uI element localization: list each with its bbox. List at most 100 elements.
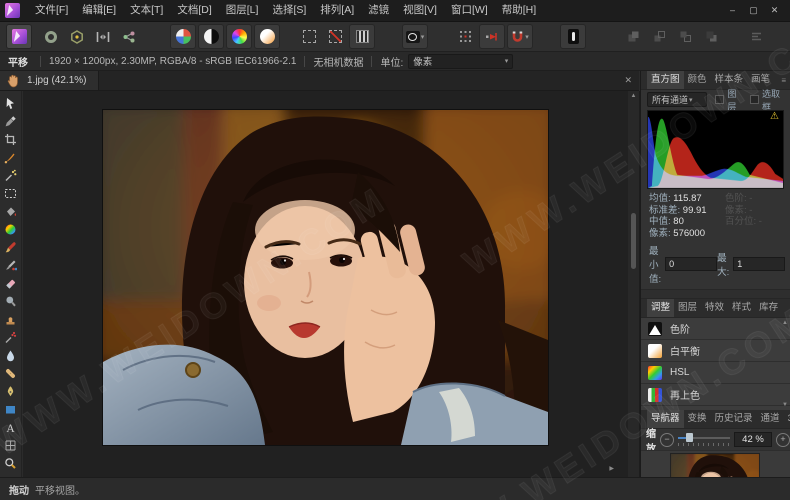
list-item-black-white[interactable]: 黑白 — [641, 406, 790, 410]
layer-checkbox[interactable] — [715, 95, 724, 104]
undo-brush-tool[interactable] — [2, 328, 20, 346]
photo-persona-button[interactable] — [6, 24, 32, 49]
move-forward-button[interactable] — [647, 25, 671, 48]
menu-filters[interactable]: 滤镜 — [361, 0, 396, 21]
selection-brush-tool[interactable] — [2, 148, 20, 166]
photo-image[interactable] — [103, 110, 548, 445]
panel-menu-icon[interactable]: ≡ — [781, 76, 790, 85]
menu-text[interactable]: 文本[T] — [123, 0, 170, 21]
close-button[interactable]: ✕ — [764, 0, 785, 21]
tab-color[interactable]: 颜色 — [684, 71, 711, 89]
auto-white-balance-button[interactable] — [254, 24, 280, 49]
shape-tool[interactable] — [2, 400, 20, 418]
mask-mode-button[interactable]: ▾ — [402, 24, 428, 49]
menu-select[interactable]: 选择[S] — [265, 0, 313, 21]
menu-help[interactable]: 帮助[H] — [495, 0, 543, 21]
auto-color-button[interactable] — [226, 24, 252, 49]
menu-layer[interactable]: 图层[L] — [219, 0, 266, 21]
color-picker-tool[interactable] — [2, 112, 20, 130]
color-replacement-brush-tool[interactable] — [2, 256, 20, 274]
zoom-out-button[interactable]: − — [660, 433, 674, 447]
menu-document[interactable]: 文档[D] — [170, 0, 218, 21]
erase-brush-tool[interactable] — [2, 274, 20, 292]
auto-contrast-button[interactable] — [198, 24, 224, 49]
scroll-down-icon[interactable]: ▼ — [782, 402, 788, 408]
list-item-levels[interactable]: 色阶 — [641, 318, 790, 340]
zoom-in-button[interactable]: + — [776, 433, 790, 447]
vertical-scrollbar[interactable]: ▲ — [628, 91, 640, 478]
tab-transform[interactable]: 变换 — [684, 410, 711, 428]
text-tool[interactable]: A — [2, 418, 20, 436]
quick-mask-button[interactable] — [349, 24, 375, 49]
max-input[interactable] — [733, 257, 785, 271]
gradient-tool[interactable] — [2, 220, 20, 238]
mesh-warp-tool[interactable] — [2, 436, 20, 454]
liquify-persona-button[interactable] — [39, 25, 63, 48]
min-input[interactable] — [665, 257, 717, 271]
maximize-button[interactable]: ▢ — [743, 0, 764, 21]
move-to-back-button[interactable] — [699, 25, 723, 48]
flood-fill-tool[interactable] — [2, 202, 20, 220]
unit-value: 像素 — [413, 54, 432, 68]
paint-brush-tool[interactable] — [2, 238, 20, 256]
develop-persona-button[interactable] — [65, 25, 89, 48]
snapping-button[interactable]: ▾ — [507, 24, 533, 49]
scrollbar-thumb[interactable] — [631, 213, 636, 269]
clone-stamp-tool[interactable] — [2, 310, 20, 328]
list-item-white-balance[interactable]: 白平衡 — [641, 340, 790, 362]
menu-window[interactable]: 窗口[W] — [444, 0, 495, 21]
zoom-slider-thumb[interactable] — [686, 433, 693, 442]
flood-select-tool[interactable] — [2, 166, 20, 184]
clipping-warning-icon[interactable]: ⚠ — [770, 112, 779, 122]
move-to-front-button[interactable] — [621, 25, 645, 48]
unit-select[interactable]: 像素 ▾ — [408, 54, 513, 69]
tab-32bit-preview[interactable]: 32 位预览 — [784, 410, 790, 428]
mean-label: 均值: — [649, 193, 671, 204]
menu-view[interactable]: 视图[V] — [396, 0, 444, 21]
blemish-removal-tool[interactable] — [2, 364, 20, 382]
blur-brush-tool[interactable] — [2, 346, 20, 364]
export-persona-button[interactable] — [117, 25, 141, 48]
minimize-button[interactable]: – — [722, 0, 743, 21]
channel-select[interactable]: 所有通道 ▾ — [647, 92, 707, 107]
move-by-whole-pixels-button[interactable] — [479, 24, 505, 49]
list-item-recolor[interactable]: 再上色 — [641, 384, 790, 406]
tab-history[interactable]: 历史记录 — [711, 410, 757, 428]
scroll-up-icon[interactable]: ▲ — [782, 320, 788, 326]
toggle-selection-button[interactable] — [297, 25, 321, 48]
order-front-icon — [627, 30, 640, 43]
pen-tool[interactable] — [2, 382, 20, 400]
zoom-tool[interactable] — [2, 454, 20, 472]
tab-styles[interactable]: 样式 — [728, 299, 755, 317]
tab-stock[interactable]: 库存 — [755, 299, 782, 317]
tab-effects[interactable]: 特效 — [701, 299, 728, 317]
menu-edit[interactable]: 编辑[E] — [75, 0, 123, 21]
tab-channels[interactable]: 通道 — [757, 410, 784, 428]
assistant-button[interactable] — [560, 24, 586, 49]
tone-mapping-persona-button[interactable] — [91, 25, 115, 48]
list-item-hsl[interactable]: HSL — [641, 362, 790, 384]
canvas-area[interactable]: ▶ — [23, 91, 628, 478]
zoom-value-box[interactable]: 42 % — [734, 432, 772, 447]
move-backward-button[interactable] — [673, 25, 697, 48]
close-view-icon[interactable]: ✕ — [624, 75, 639, 86]
snapping-grid-button[interactable] — [453, 25, 477, 48]
alignment-button[interactable] — [744, 25, 768, 48]
crop-tool[interactable] — [2, 130, 20, 148]
tab-layers[interactable]: 图层 — [674, 299, 701, 317]
document-tab[interactable]: 1.jpg (42.1%) — [0, 71, 99, 90]
scroll-right-icon[interactable]: ▶ — [609, 465, 614, 472]
deselect-button[interactable] — [323, 25, 347, 48]
view-tool[interactable] — [2, 94, 20, 112]
tab-histogram[interactable]: 直方图 — [647, 71, 684, 89]
menu-file[interactable]: 文件[F] — [28, 0, 75, 21]
tab-adjustments[interactable]: 调整 — [647, 299, 674, 317]
dodge-brush-tool[interactable] — [2, 292, 20, 310]
marquee-checkbox[interactable] — [750, 95, 759, 104]
marquee-select-tool[interactable] — [2, 184, 20, 202]
menu-arrange[interactable]: 排列[A] — [313, 0, 361, 21]
histogram-display: ⚠ — [647, 110, 784, 189]
auto-levels-button[interactable] — [170, 24, 196, 49]
scroll-up-icon[interactable]: ▲ — [628, 93, 639, 99]
zoom-slider[interactable] — [678, 433, 730, 446]
